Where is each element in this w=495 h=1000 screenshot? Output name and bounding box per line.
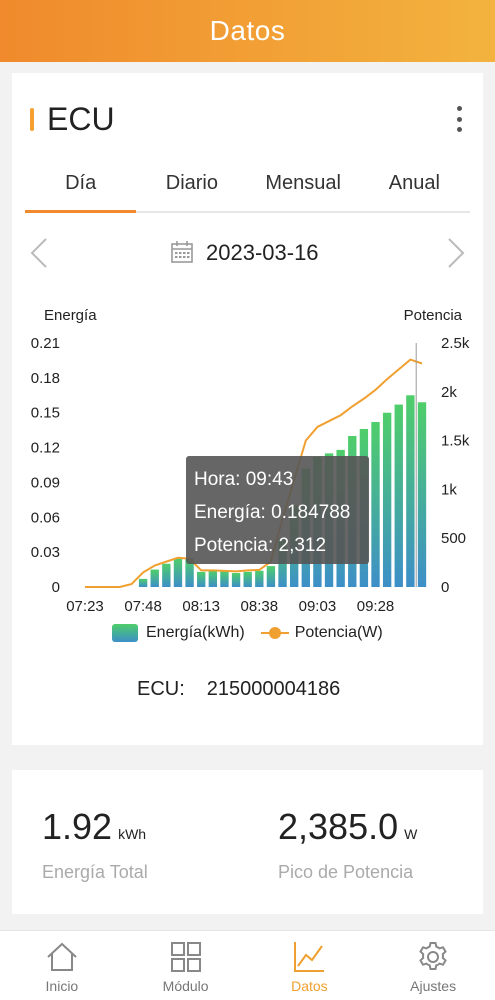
tooltip-hora: Hora: 09:43 bbox=[194, 469, 294, 490]
chevron-right-icon[interactable] bbox=[437, 235, 473, 271]
ecu-title: ECU bbox=[47, 101, 115, 137]
peak-power-unit: W bbox=[404, 826, 418, 842]
chart-icon bbox=[294, 942, 325, 972]
energy-bar[interactable] bbox=[417, 402, 427, 587]
nav-datos[interactable]: Datos bbox=[248, 931, 372, 1000]
left-tick-label: 0.06 bbox=[31, 509, 60, 526]
left-tick-label: 0.21 bbox=[31, 335, 60, 352]
chart-legend: Energía(kWh) Potencia(W) bbox=[112, 621, 383, 645]
accent-bar bbox=[30, 108, 34, 131]
ecu-serial-label: ECU: bbox=[137, 678, 185, 700]
energy-bar[interactable] bbox=[406, 395, 415, 587]
energy-bar[interactable] bbox=[162, 563, 171, 587]
energy-bar[interactable] bbox=[208, 570, 218, 587]
nav-inicio[interactable]: Inicio bbox=[0, 931, 124, 1000]
peak-power-stat: 2,385.0 W Pico de Potencia bbox=[278, 806, 417, 883]
nav-inicio-label: Inicio bbox=[45, 978, 79, 994]
period-tabs: Día Diario Mensual Anual bbox=[25, 165, 470, 213]
stats-card: 1.92 kWh Energía Total 2,385.0 W Pico de P… bbox=[12, 770, 483, 914]
gear-icon bbox=[419, 942, 447, 970]
energy-bar[interactable] bbox=[255, 570, 264, 587]
right-tick-label: 1.5k bbox=[441, 433, 470, 450]
energy-bar[interactable] bbox=[220, 570, 229, 587]
ecu-header: ECU bbox=[12, 99, 483, 139]
app-header: Datos bbox=[0, 0, 495, 62]
x-tick-label: 09:03 bbox=[299, 598, 337, 615]
right-tick-label: 0 bbox=[441, 579, 449, 596]
right-tick-label: 2k bbox=[441, 384, 457, 401]
legend-power-label[interactable]: Potencia(W) bbox=[295, 624, 383, 642]
total-energy-stat: 1.92 kWh Energía Total bbox=[42, 806, 148, 883]
total-energy-label: Energía Total bbox=[42, 862, 148, 882]
nav-modulo[interactable]: Módulo bbox=[124, 931, 248, 1000]
left-tick-label: 0 bbox=[52, 579, 60, 596]
tooltip-energia: Energía: 0.184788 bbox=[194, 502, 351, 523]
home-icon bbox=[47, 942, 77, 971]
nav-modulo-label: Módulo bbox=[162, 978, 209, 994]
nav-ajustes-label: Ajustes bbox=[410, 978, 457, 994]
selected-date[interactable]: 2023-03-16 bbox=[206, 233, 319, 273]
left-axis-label: Energía bbox=[44, 307, 97, 324]
more-vertical-icon[interactable] bbox=[453, 106, 465, 132]
energy-bar[interactable] bbox=[394, 404, 403, 587]
ecu-serial-value: 215000004186 bbox=[206, 678, 341, 700]
legend-energy-label[interactable]: Energía(kWh) bbox=[146, 624, 245, 642]
energy-bar[interactable] bbox=[371, 422, 380, 587]
ecu-card: ECU Día Diario Mensual Anual 2023-03-16 bbox=[12, 73, 483, 745]
left-tick-label: 0.18 bbox=[31, 370, 60, 387]
tab-diario[interactable]: Diario bbox=[136, 165, 247, 211]
left-tick-label: 0.09 bbox=[31, 474, 60, 491]
chart-tooltip: Hora: 09:43 Energía: 0.184788 Potencia: … bbox=[186, 456, 369, 564]
x-tick-label: 07:23 bbox=[66, 598, 104, 615]
left-tick-label: 0.12 bbox=[31, 440, 60, 457]
energy-bar[interactable] bbox=[173, 557, 183, 587]
energy-bar[interactable] bbox=[197, 571, 206, 587]
nav-datos-label: Datos bbox=[291, 978, 328, 994]
energy-bar[interactable] bbox=[382, 412, 392, 587]
page-title: Datos bbox=[209, 15, 286, 46]
x-tick-label: 09:28 bbox=[357, 598, 395, 615]
chevron-left-icon[interactable] bbox=[22, 235, 58, 271]
legend-power-swatch[interactable] bbox=[260, 624, 289, 642]
right-axis-label: Potencia bbox=[404, 307, 463, 324]
total-energy-value: 1.92 bbox=[42, 806, 113, 847]
x-tick-label: 08:13 bbox=[182, 598, 220, 615]
peak-power-value: 2,385.0 bbox=[278, 806, 399, 847]
left-tick-label: 0.15 bbox=[31, 405, 60, 422]
right-tick-label: 2.5k bbox=[441, 335, 470, 352]
legend-energy-swatch[interactable] bbox=[112, 624, 138, 642]
calendar-icon[interactable] bbox=[170, 240, 194, 264]
grid-icon bbox=[170, 942, 201, 972]
energy-bar[interactable] bbox=[243, 571, 252, 587]
tab-dia[interactable]: Día bbox=[25, 165, 137, 213]
energy-bar[interactable] bbox=[266, 566, 276, 587]
tooltip-potencia: Potencia: 2,312 bbox=[194, 535, 327, 556]
energy-bar[interactable] bbox=[150, 569, 159, 587]
tab-mensual[interactable]: Mensual bbox=[248, 165, 359, 211]
right-tick-label: 500 bbox=[441, 530, 466, 547]
x-tick-label: 08:38 bbox=[241, 598, 279, 615]
x-tick-label: 07:48 bbox=[124, 598, 162, 615]
date-navigator: 2023-03-16 bbox=[12, 233, 483, 273]
total-energy-unit: kWh bbox=[118, 826, 147, 842]
energy-bar[interactable] bbox=[138, 578, 148, 587]
bottom-navigation: Inicio Módulo Datos Ajustes bbox=[0, 930, 495, 1000]
tab-anual[interactable]: Anual bbox=[359, 165, 470, 211]
ecu-serial: ECU: 215000004186 bbox=[137, 678, 340, 701]
peak-power-label: Pico de Potencia bbox=[278, 862, 414, 882]
left-tick-label: 0.03 bbox=[31, 544, 60, 561]
right-tick-label: 1k bbox=[441, 481, 457, 498]
nav-ajustes[interactable]: Ajustes bbox=[371, 931, 495, 1000]
energy-bar[interactable] bbox=[231, 573, 241, 587]
